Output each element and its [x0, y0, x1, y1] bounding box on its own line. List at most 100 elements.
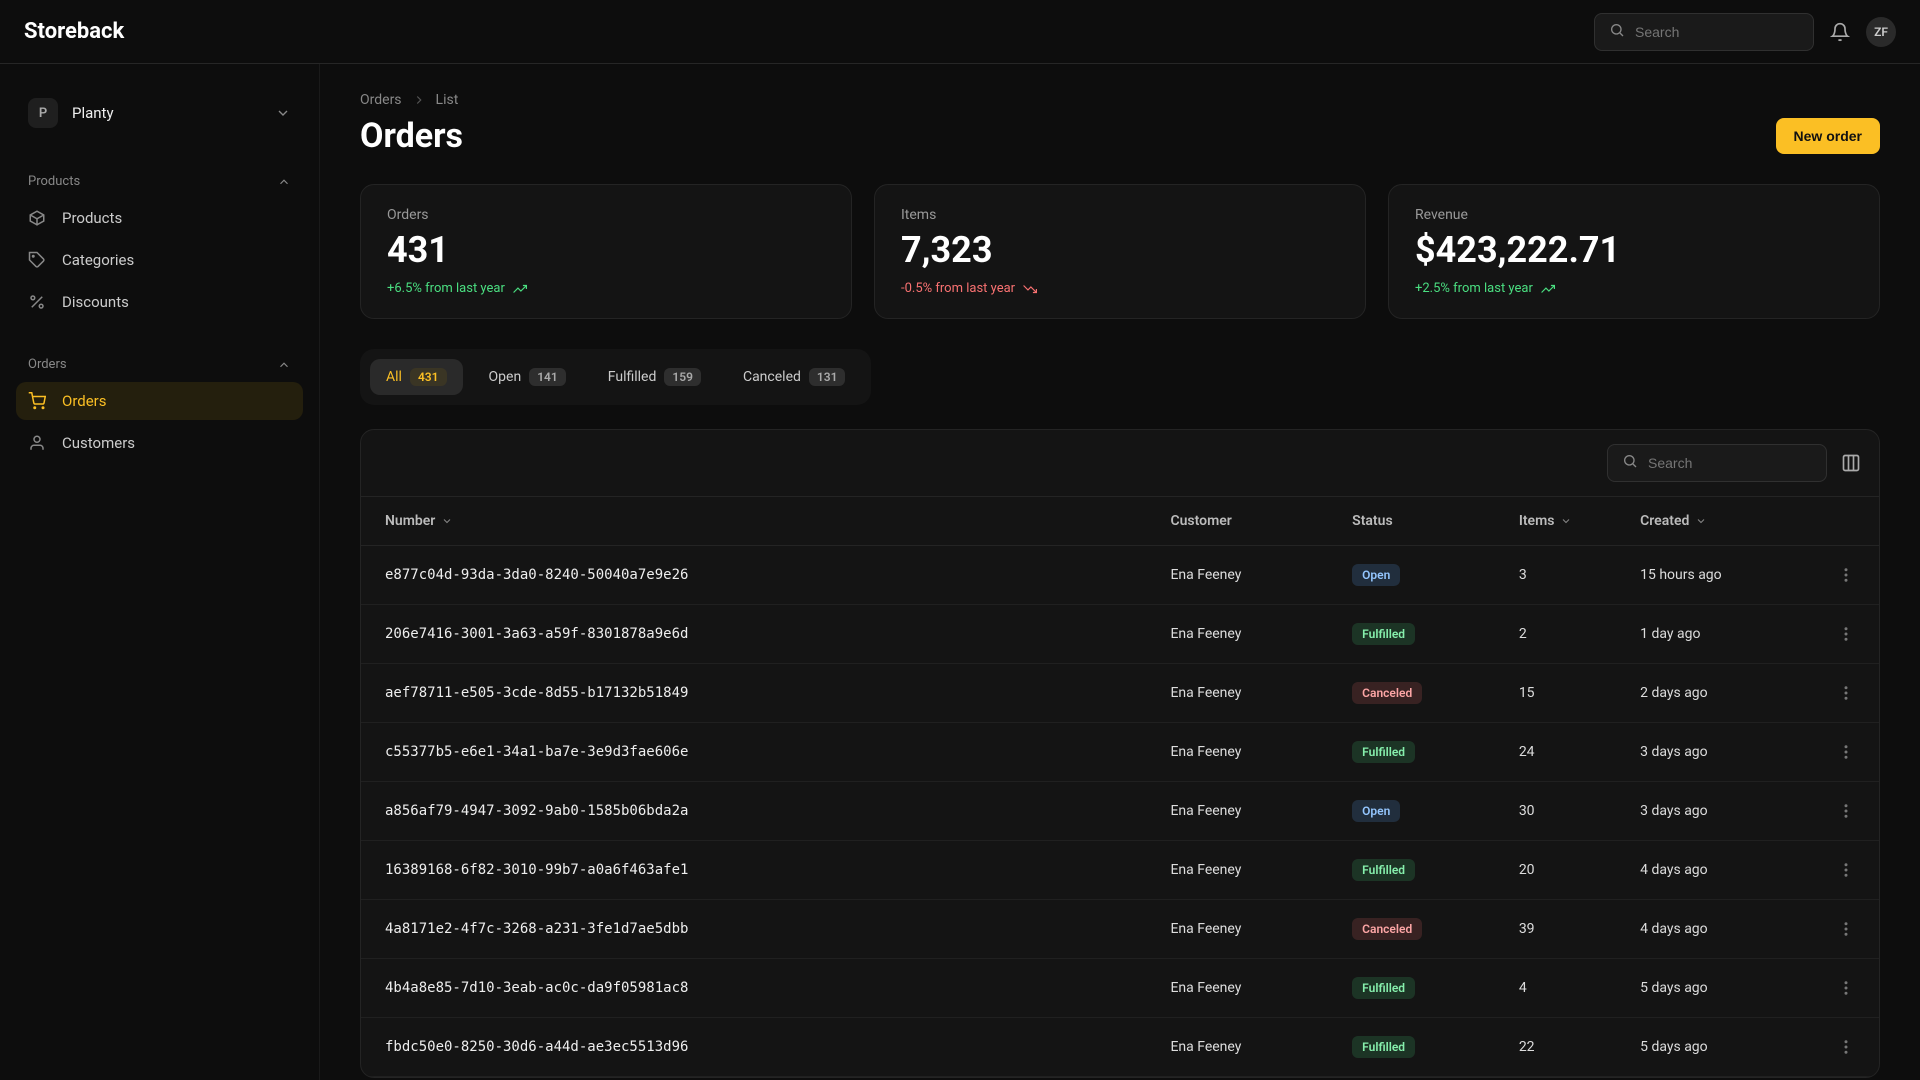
cell-status: Fulfilled: [1328, 723, 1495, 782]
sidebar-item-categories[interactable]: Categories: [16, 241, 303, 279]
breadcrumb-parent[interactable]: Orders: [360, 92, 402, 108]
brand-logo[interactable]: Storeback: [24, 19, 124, 44]
cell-items: 2: [1495, 605, 1616, 664]
trend-down-icon: [1023, 282, 1037, 296]
row-actions-button[interactable]: [1837, 625, 1855, 643]
stat-delta: +6.5% from last year: [387, 281, 825, 296]
tab-count: 431: [410, 368, 447, 386]
cell-items: 22: [1495, 1018, 1616, 1077]
tab-count: 141: [529, 368, 566, 386]
cell-status: Open: [1328, 546, 1495, 605]
store-switcher[interactable]: P Planty: [16, 88, 303, 138]
status-badge: Fulfilled: [1352, 977, 1415, 999]
cell-number: a856af79-4947-3092-9ab0-1585b06bda2a: [361, 782, 1146, 841]
cell-status: Fulfilled: [1328, 841, 1495, 900]
table-row[interactable]: 4b4a8e85-7d10-3eab-ac0c-da9f05981ac8 Ena…: [361, 959, 1879, 1018]
status-badge: Fulfilled: [1352, 859, 1415, 881]
sidebar-item-label: Discounts: [62, 293, 129, 311]
cell-items: 24: [1495, 723, 1616, 782]
tab-count: 131: [809, 368, 846, 386]
cell-status: Fulfilled: [1328, 1018, 1495, 1077]
columns-toggle-button[interactable]: [1841, 453, 1861, 473]
topbar: Storeback ZF: [0, 0, 1920, 64]
table-row[interactable]: 206e7416-3001-3a63-a59f-8301878a9e6d Ena…: [361, 605, 1879, 664]
column-header-number[interactable]: Number: [361, 497, 1146, 546]
stat-label: Orders: [387, 207, 825, 223]
sidebar-item-orders[interactable]: Orders: [16, 382, 303, 420]
stat-delta: +2.5% from last year: [1415, 281, 1853, 296]
table-row[interactable]: 16389168-6f82-3010-99b7-a0a6f463afe1 Ena…: [361, 841, 1879, 900]
sidebar-header-products[interactable]: Products: [16, 168, 303, 195]
sidebar-item-customers[interactable]: Customers: [16, 424, 303, 462]
chevron-down-icon: [441, 515, 453, 527]
more-vertical-icon: [1837, 979, 1855, 997]
tag-icon: [28, 251, 48, 269]
sidebar-header-label: Products: [28, 174, 80, 189]
tab-count: 159: [664, 368, 701, 386]
cell-items: 3: [1495, 546, 1616, 605]
notifications-button[interactable]: [1830, 22, 1850, 42]
cell-customer: Ena Feeney: [1146, 900, 1328, 959]
trend-up-icon: [513, 282, 527, 296]
more-vertical-icon: [1837, 802, 1855, 820]
orders-table: Number Customer Status Items Created: [361, 496, 1879, 1077]
sidebar-item-products[interactable]: Products: [16, 199, 303, 237]
cell-items: 15: [1495, 664, 1616, 723]
tab-canceled[interactable]: Canceled 131: [727, 359, 862, 395]
global-search[interactable]: [1594, 13, 1814, 51]
row-actions-button[interactable]: [1837, 1038, 1855, 1056]
cell-created: 5 days ago: [1616, 1018, 1813, 1077]
cell-status: Open: [1328, 782, 1495, 841]
row-actions-button[interactable]: [1837, 920, 1855, 938]
sidebar-item-discounts[interactable]: Discounts: [16, 283, 303, 321]
tab-fulfilled[interactable]: Fulfilled 159: [592, 359, 717, 395]
cell-items: 4: [1495, 959, 1616, 1018]
sidebar-item-label: Products: [62, 209, 122, 227]
more-vertical-icon: [1837, 1038, 1855, 1056]
column-header-items[interactable]: Items: [1495, 497, 1616, 546]
table-search-input[interactable]: [1648, 455, 1812, 471]
table-row[interactable]: fbdc50e0-8250-30d6-a44d-ae3ec5513d96 Ena…: [361, 1018, 1879, 1077]
status-badge: Open: [1352, 564, 1400, 586]
column-header-created[interactable]: Created: [1616, 497, 1813, 546]
column-header-customer[interactable]: Customer: [1146, 497, 1328, 546]
user-avatar[interactable]: ZF: [1866, 17, 1896, 47]
cell-items: 39: [1495, 900, 1616, 959]
cell-created: 1 day ago: [1616, 605, 1813, 664]
cell-customer: Ena Feeney: [1146, 664, 1328, 723]
breadcrumb-current: List: [436, 92, 459, 108]
tab-open[interactable]: Open 141: [473, 359, 582, 395]
table-row[interactable]: e877c04d-93da-3da0-8240-50040a7e9e26 Ena…: [361, 546, 1879, 605]
table-row[interactable]: c55377b5-e6e1-34a1-ba7e-3e9d3fae606e Ena…: [361, 723, 1879, 782]
cell-status: Fulfilled: [1328, 959, 1495, 1018]
new-order-button[interactable]: New order: [1776, 118, 1880, 154]
table-search[interactable]: [1607, 444, 1827, 482]
table-row[interactable]: a856af79-4947-3092-9ab0-1585b06bda2a Ena…: [361, 782, 1879, 841]
row-actions-button[interactable]: [1837, 861, 1855, 879]
row-actions-button[interactable]: [1837, 802, 1855, 820]
stat-label: Revenue: [1415, 207, 1853, 223]
stats-row: Orders 431 +6.5% from last year Items 7,…: [360, 184, 1880, 319]
row-actions-button[interactable]: [1837, 979, 1855, 997]
cell-created: 15 hours ago: [1616, 546, 1813, 605]
cell-number: 4b4a8e85-7d10-3eab-ac0c-da9f05981ac8: [361, 959, 1146, 1018]
sidebar-header-orders[interactable]: Orders: [16, 351, 303, 378]
row-actions-button[interactable]: [1837, 743, 1855, 761]
global-search-input[interactable]: [1635, 24, 1799, 40]
row-actions-button[interactable]: [1837, 566, 1855, 584]
table-row[interactable]: 4a8171e2-4f7c-3268-a231-3fe1d7ae5dbb Ena…: [361, 900, 1879, 959]
stat-card: Orders 431 +6.5% from last year: [360, 184, 852, 319]
main-content: Orders List Orders New order Orders 431 …: [320, 64, 1920, 1080]
cell-customer: Ena Feeney: [1146, 546, 1328, 605]
tab-all[interactable]: All 431: [370, 359, 463, 395]
cell-number: aef78711-e505-3cde-8d55-b17132b51849: [361, 664, 1146, 723]
stat-card: Items 7,323 -0.5% from last year: [874, 184, 1366, 319]
table-row[interactable]: aef78711-e505-3cde-8d55-b17132b51849 Ena…: [361, 664, 1879, 723]
column-header-status[interactable]: Status: [1328, 497, 1495, 546]
row-actions-button[interactable]: [1837, 684, 1855, 702]
cell-customer: Ena Feeney: [1146, 782, 1328, 841]
tab-label: Fulfilled: [608, 369, 657, 385]
store-logo: P: [28, 98, 58, 128]
orders-table-panel: Number Customer Status Items Created: [360, 429, 1880, 1078]
stat-card: Revenue $423,222.71 +2.5% from last year: [1388, 184, 1880, 319]
